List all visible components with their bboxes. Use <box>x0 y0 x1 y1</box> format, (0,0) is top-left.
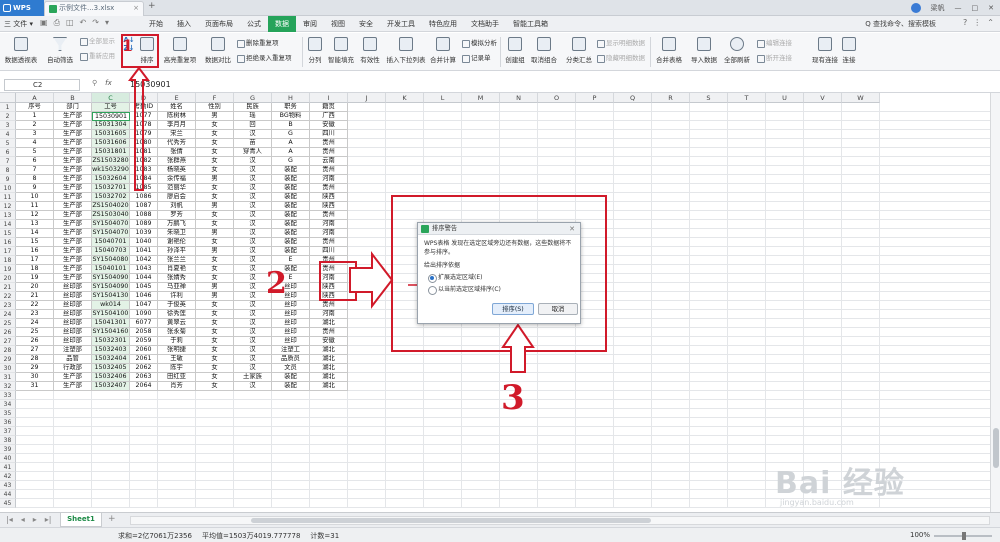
dialog-close-icon[interactable]: ✕ <box>569 223 575 235</box>
dialog-group-label: 给出排序依据 <box>424 262 461 269</box>
expand-selection-radio[interactable]: 扩展选定区域(E) <box>428 274 482 283</box>
sort-warning-dialog: 排序警告 ✕ WPS表格 发现在选定区域旁边还有数据，这些数据将不参与排序。 给出… <box>417 222 581 324</box>
annotation-number-3: 3 <box>501 378 525 418</box>
annotation-number-2: 2 <box>266 266 287 301</box>
wps-dialog-icon <box>421 225 429 233</box>
dialog-title: 排序警告 <box>432 225 458 232</box>
sort-confirm-button[interactable]: 排序(S) <box>492 303 534 315</box>
dialog-message: WPS表格 发现在选定区域旁边还有数据，这些数据将不参与排序。 <box>424 240 572 256</box>
cancel-button[interactable]: 取消 <box>538 303 578 315</box>
current-selection-radio[interactable]: 以当前选定区域排序(C) <box>428 286 501 295</box>
dialog-title-bar: 排序警告 ✕ <box>418 223 580 235</box>
annotation-number-1: 1 <box>122 36 134 55</box>
arrow-up-1 <box>128 66 150 191</box>
arrow-up-3 <box>501 323 535 373</box>
